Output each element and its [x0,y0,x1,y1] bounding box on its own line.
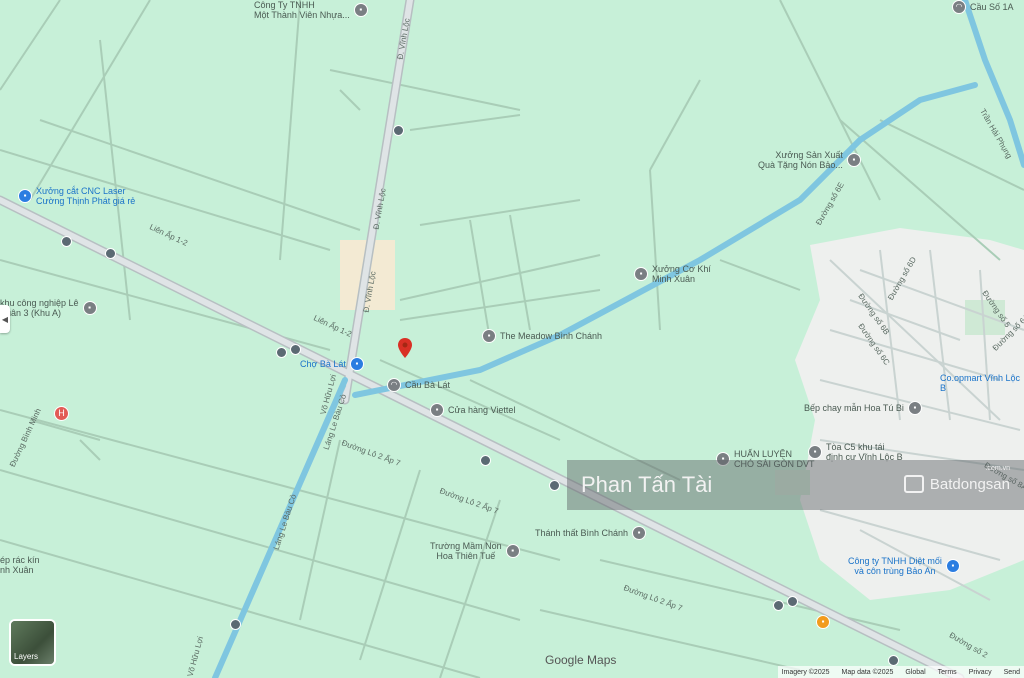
bus-stop-icon[interactable] [290,344,301,355]
bus-stop-icon[interactable] [480,455,491,466]
poi-cau-ba-lat[interactable]: ◠ Cầu Bà Lát [387,378,450,392]
house-icon [903,475,924,493]
privacy-link[interactable]: Privacy [969,669,992,676]
restaurant-icon: ▪ [907,401,922,415]
building-icon: ▪ [846,153,861,167]
food-icon: ▪ [816,615,830,629]
poi-orange[interactable]: ▪ [816,615,830,629]
imagery-credit: Imagery ©2025 [781,668,830,676]
watermark-brand: Batdongsan [929,475,1010,493]
poi-thanh-that[interactable]: Thánh thất Bình Chánh ▪ [535,526,647,540]
poi-meadow[interactable]: ▪ The Meadow Bình Chánh [482,329,602,343]
layers-label: Layers [14,652,39,661]
bus-stop-icon[interactable] [549,480,560,491]
shop-icon: ▪ [430,403,444,417]
global-link[interactable]: Global [905,669,925,676]
building-icon: ▪ [634,267,648,281]
bus-stop-icon[interactable] [230,619,241,630]
bus-stop-icon[interactable] [888,655,899,666]
building-icon: ▪ [482,329,496,343]
poi-cau-so-1a[interactable]: ◠ Cầu Số 1A [952,0,1014,14]
poi-diet-moi[interactable]: Công ty TNHH Diệt mối và côn trùng Bảo A… [848,556,960,576]
poi-cua-hang-viettel[interactable]: ▪ Cửa hàng Viettel [430,403,515,417]
watermark-banner: Phan Tấn Tài Batdongsan .com.vn [567,460,1024,510]
market-icon: ▪ [349,357,364,371]
location-pin-icon[interactable] [398,338,412,358]
layers-button[interactable]: Layers [9,619,56,666]
bus-stop-icon[interactable] [773,600,784,611]
poi-xuong-sx[interactable]: Xưởng Sản Xuất Quà Tặng Nón Bảo... ▪ [758,150,861,170]
google-maps-logo: Google Maps [545,653,617,667]
poi-bep-chay[interactable]: Bếp chay mẫn Hoa Tú Bi ▪ [804,401,922,415]
poi-toa-c5[interactable]: ▪ Tòa C5 khu tái định cư Vĩnh Lộc B [808,442,903,462]
poi-cong-ty-mtv[interactable]: Công Ty TNHH Một Thành Viên Nhựa... ▪ [254,0,368,20]
temple-icon: ▪ [632,526,647,540]
school-icon: ▪ [505,544,520,558]
building-icon: ▪ [353,3,368,17]
building-icon: ▪ [82,301,97,315]
terms-link[interactable]: Terms [938,669,957,676]
bridge-icon: ◠ [952,0,966,14]
poi-mam-non[interactable]: Trường Mầm Non Hoa Thiên Tuế ▪ [430,541,520,561]
bus-stop-icon[interactable] [105,248,116,259]
poi-coopmart[interactable]: Co.opmart Vĩnh Lộc B [940,373,1024,393]
send-feedback-link[interactable]: Send [1004,669,1020,676]
bus-stop-icon[interactable] [787,596,798,607]
bus-stop-icon[interactable] [61,236,72,247]
watermark-domain: .com.vn [985,465,1010,472]
shop-icon: ▪ [18,189,32,203]
poi-rac-kin[interactable]: ép rác kín nh Xuân [0,555,40,575]
shop-icon: ▪ [945,559,960,573]
bus-stop-icon[interactable] [393,125,404,136]
poi-xuong-co-khi[interactable]: ▪ Xưởng Cơ Khí Minh Xuân [634,264,711,284]
map-footer: Imagery ©2025 Map data ©2025 Global Term… [777,666,1024,678]
hospital-icon[interactable]: H [54,406,69,421]
poi-cho-ba-lat[interactable]: Chợ Bà Lát ▪ [300,357,364,371]
poi-cong-nghiep[interactable]: khu công nghiệp Lê Xuân 3 (Khu A) ▪ [0,298,97,318]
bus-stop-icon[interactable] [276,347,287,358]
poi-xuong-cnc[interactable]: ▪ Xưởng cắt CNC Laser Cường Thịnh Phát gi… [18,186,135,206]
watermark-name: Phan Tấn Tài [581,472,713,497]
map-data-credit: Map data ©2025 [841,668,894,676]
bridge-icon: ◠ [387,378,401,392]
collapse-panel-button[interactable]: ◀ [0,305,10,333]
watermark-logo: Batdongsan .com.vn [903,465,1010,493]
